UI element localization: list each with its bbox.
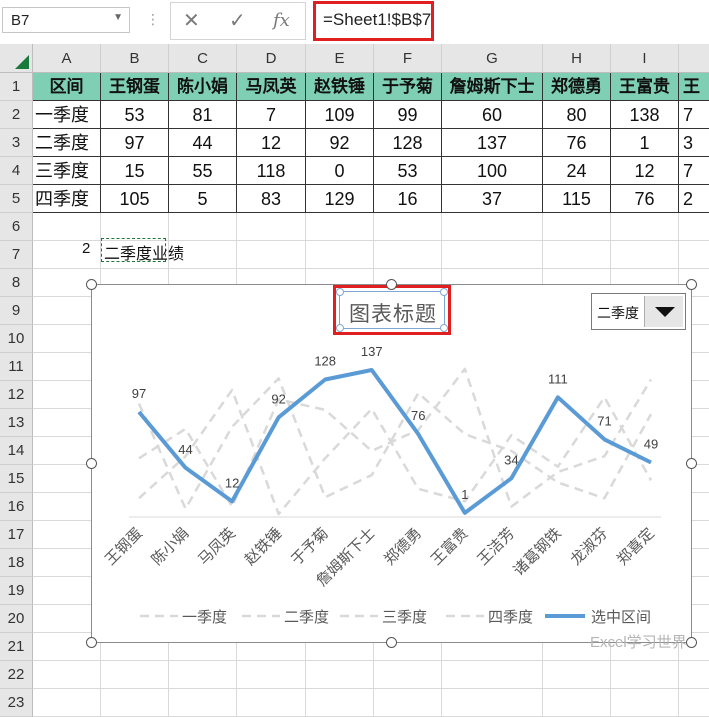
cell[interactable] — [611, 689, 679, 717]
legend-item[interactable]: 选中区间 — [591, 606, 651, 627]
chart-resize-handle[interactable] — [86, 637, 97, 648]
chart-title[interactable]: 图表标题 — [336, 288, 448, 332]
cell[interactable] — [169, 689, 237, 717]
cell[interactable] — [237, 689, 306, 717]
series-line-0 — [138, 367, 653, 508]
chart-resize-handle[interactable] — [86, 279, 97, 290]
chart-title-highlight: 图表标题 — [333, 285, 451, 335]
chart-resize-handle[interactable] — [86, 458, 97, 469]
chevron-down-icon[interactable] — [644, 296, 683, 327]
x-tick-label: 赵铁锤 — [242, 525, 286, 569]
x-tick-label: 诸葛钢铁 — [510, 525, 564, 579]
data-label: 97 — [132, 386, 146, 401]
cell[interactable] — [543, 689, 611, 717]
cell[interactable] — [442, 689, 543, 717]
x-tick-label: 于予菊 — [288, 525, 332, 569]
chart-resize-handle[interactable] — [686, 637, 697, 648]
data-label: 128 — [314, 353, 336, 368]
title-resize-handle[interactable] — [336, 288, 344, 296]
chart-title-text: 图表标题 — [349, 303, 437, 326]
cell[interactable] — [611, 661, 679, 689]
legend-item[interactable]: 四季度 — [488, 606, 533, 627]
data-label: 44 — [178, 442, 192, 457]
row-header[interactable]: 22 — [0, 661, 33, 689]
cell[interactable] — [374, 689, 442, 717]
watermark: Excel学习世界 — [590, 634, 687, 651]
cell[interactable] — [237, 661, 306, 689]
cell[interactable] — [33, 689, 101, 717]
cell[interactable] — [306, 661, 374, 689]
data-label: 34 — [504, 452, 518, 467]
x-tick-label: 王富贵 — [427, 524, 472, 569]
data-label: 12 — [225, 475, 239, 490]
data-label: 71 — [597, 413, 611, 428]
x-tick-label: 郑喜定 — [614, 525, 658, 569]
data-label: 49 — [644, 436, 658, 451]
title-resize-handle[interactable] — [336, 324, 344, 332]
x-tick-label: 王洁芳 — [474, 525, 518, 569]
cell[interactable] — [169, 661, 237, 689]
series-line-2 — [138, 388, 653, 516]
chart-resize-handle[interactable] — [386, 637, 397, 648]
x-tick-label: 郑德勇 — [381, 524, 426, 569]
x-tick-label: 王钢蛋 — [102, 525, 146, 569]
cell[interactable] — [679, 661, 709, 689]
title-resize-handle[interactable] — [440, 324, 448, 332]
x-tick-label: 陈小娟 — [148, 524, 193, 569]
chart-resize-handle[interactable] — [686, 279, 697, 290]
data-label: 92 — [271, 391, 285, 406]
quarter-dropdown-value: 二季度 — [597, 305, 639, 321]
cell[interactable] — [543, 661, 611, 689]
chart-resize-handle[interactable] — [686, 458, 697, 469]
x-tick-label: 马凤英 — [194, 524, 239, 569]
cell[interactable] — [33, 661, 101, 689]
data-label: 111 — [548, 371, 568, 386]
chart-resize-handle[interactable] — [386, 279, 397, 290]
data-label: 76 — [411, 408, 425, 423]
x-tick-label: 龙淑芬 — [567, 525, 611, 569]
cell[interactable] — [374, 661, 442, 689]
row-header[interactable]: 23 — [0, 689, 33, 717]
legend-item[interactable]: 二季度 — [284, 606, 329, 627]
cell[interactable] — [679, 689, 709, 717]
cell[interactable] — [306, 689, 374, 717]
legend-item[interactable]: 一季度 — [182, 606, 227, 627]
cell[interactable] — [442, 661, 543, 689]
title-resize-handle[interactable] — [440, 288, 448, 296]
cell[interactable] — [101, 689, 169, 717]
data-label: 137 — [361, 344, 383, 359]
quarter-dropdown[interactable]: 二季度 — [591, 293, 686, 330]
legend-item[interactable]: 三季度 — [382, 606, 427, 627]
data-label: 1 — [461, 487, 468, 502]
cell[interactable] — [101, 661, 169, 689]
